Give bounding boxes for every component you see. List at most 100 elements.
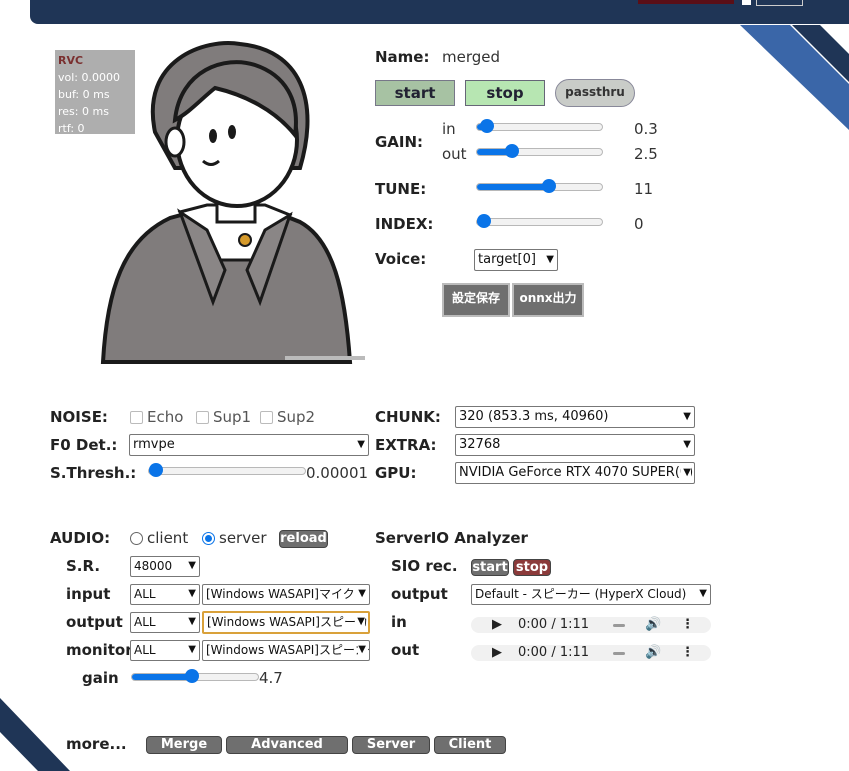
stats-vol: vol: 0.0000 bbox=[58, 71, 120, 84]
chevron-down-icon: ▼ bbox=[358, 585, 366, 603]
header-bar bbox=[30, 0, 849, 24]
chevron-down-icon: ▼ bbox=[681, 463, 691, 483]
sio-start-button[interactable]: start bbox=[471, 559, 509, 576]
monitor-device-select[interactable]: [Windows WASAPI]スピーカー ▼ bbox=[202, 640, 370, 661]
gpu-label: GPU: bbox=[375, 464, 417, 482]
sup2-label: Sup2 bbox=[277, 408, 316, 426]
more-label: more... bbox=[66, 735, 127, 753]
save-settings-button[interactable]: 設定保存 bbox=[442, 283, 510, 317]
monitor-gain-slider[interactable] bbox=[131, 669, 259, 683]
gain-label: GAIN: bbox=[375, 133, 424, 151]
chevron-down-icon: ▼ bbox=[546, 254, 554, 265]
analyzer-output-select[interactable]: Default - スピーカー (HyperX Cloud) ▼ bbox=[471, 584, 711, 605]
input-device-select[interactable]: [Windows WASAPI]マイク ▼ bbox=[202, 584, 370, 605]
tune-slider[interactable] bbox=[476, 179, 603, 193]
sio-rec-label: SIO rec. bbox=[391, 557, 458, 575]
merge-lab-button[interactable]: Merge Lab bbox=[146, 736, 222, 768]
client-radio[interactable] bbox=[130, 532, 143, 545]
output-label: output bbox=[66, 613, 123, 631]
extra-select-value: 32768 bbox=[459, 437, 501, 452]
audio-label: AUDIO: bbox=[50, 529, 111, 547]
in-time: 0:00 / 1:11 bbox=[518, 617, 590, 632]
monitor-type-value: ALL bbox=[134, 643, 156, 657]
gain-out-slider[interactable] bbox=[476, 144, 603, 158]
server-radio-label: server bbox=[219, 529, 267, 547]
advanced-setting-button[interactable]: Advanced Setting bbox=[226, 736, 348, 768]
stats-res: res: 0 ms bbox=[58, 105, 109, 118]
client-radio-label: client bbox=[147, 529, 189, 547]
more-options-icon[interactable]: ⋮ bbox=[681, 645, 694, 661]
sup1-label: Sup1 bbox=[213, 408, 252, 426]
input-label: input bbox=[66, 585, 111, 603]
sup2-checkbox[interactable] bbox=[260, 411, 273, 424]
analyzer-in-label: in bbox=[391, 613, 407, 631]
sio-stop-button[interactable]: stop bbox=[513, 559, 551, 576]
chevron-down-icon: ▼ bbox=[188, 560, 196, 571]
play-icon[interactable]: ▶ bbox=[492, 645, 502, 661]
monitor-gain-value: 4.7 bbox=[259, 669, 283, 687]
chunk-select-value: 320 (853.3 ms, 40960) bbox=[459, 409, 609, 424]
sample-rate-select[interactable]: 48000 ▼ bbox=[130, 556, 200, 577]
reload-button[interactable]: reload bbox=[279, 530, 328, 548]
extra-label: EXTRA: bbox=[375, 436, 437, 454]
gpu-select[interactable]: NVIDIA GeForce RTX 4070 SUPER(0) ▼ bbox=[455, 462, 695, 484]
index-slider[interactable] bbox=[476, 214, 603, 228]
chunk-label: CHUNK: bbox=[375, 408, 441, 426]
gain-out-value: 2.5 bbox=[634, 145, 658, 163]
gpu-select-value: NVIDIA GeForce RTX 4070 SUPER(0) bbox=[459, 465, 694, 480]
stats-panel: RVC vol: 0.0000 buf: 0 ms res: 0 ms rtf:… bbox=[55, 50, 135, 135]
start-button[interactable]: start bbox=[375, 80, 455, 106]
chevron-down-icon: ▼ bbox=[188, 644, 196, 655]
volume-icon[interactable]: 🔊 bbox=[645, 617, 661, 633]
gain-out-label: out bbox=[442, 145, 467, 163]
noise-label: NOISE: bbox=[50, 408, 108, 426]
stats-buf: buf: 0 ms bbox=[58, 88, 110, 101]
stats-title: RVC bbox=[58, 54, 84, 67]
input-type-select[interactable]: ALL ▼ bbox=[130, 584, 200, 605]
f0-label: F0 Det.: bbox=[50, 436, 118, 454]
input-type-value: ALL bbox=[134, 587, 156, 601]
tune-label: TUNE: bbox=[375, 180, 427, 198]
extra-select[interactable]: 32768 ▼ bbox=[455, 434, 695, 456]
chunk-select[interactable]: 320 (853.3 ms, 40960) ▼ bbox=[455, 406, 695, 428]
f0-select-value: rmvpe bbox=[133, 437, 175, 452]
volume-icon[interactable]: 🔊 bbox=[645, 645, 661, 661]
play-icon[interactable]: ▶ bbox=[492, 617, 502, 633]
analyzer-out-player[interactable]: ▶ 0:00 / 1:11 🔊 ⋮ bbox=[471, 645, 711, 661]
name-label: Name: bbox=[375, 48, 430, 66]
output-type-value: ALL bbox=[134, 615, 156, 629]
header-white-marker bbox=[742, 0, 751, 5]
monitor-type-select[interactable]: ALL ▼ bbox=[130, 640, 200, 661]
echo-checkbox[interactable] bbox=[130, 411, 143, 424]
character-portrait bbox=[100, 41, 365, 364]
model-name: merged bbox=[442, 48, 501, 66]
progress-bar[interactable] bbox=[613, 652, 625, 655]
analyzer-in-player[interactable]: ▶ 0:00 / 1:11 🔊 ⋮ bbox=[471, 617, 711, 633]
client-info-button[interactable]: Client Info bbox=[434, 736, 506, 768]
chevron-down-icon: ▼ bbox=[357, 439, 365, 450]
gain-in-slider[interactable] bbox=[476, 119, 603, 133]
monitor-label: monitor bbox=[66, 641, 130, 659]
header-red-button[interactable] bbox=[638, 0, 734, 4]
server-info-button[interactable]: Server Info bbox=[352, 736, 430, 768]
progress-bar[interactable] bbox=[613, 624, 625, 627]
server-radio[interactable] bbox=[202, 532, 215, 545]
chevron-down-icon: ▼ bbox=[683, 439, 691, 450]
passthru-button[interactable]: passthru bbox=[555, 79, 635, 107]
output-type-select[interactable]: ALL ▼ bbox=[130, 612, 200, 633]
chevron-down-icon: ▼ bbox=[699, 585, 707, 603]
more-options-icon[interactable]: ⋮ bbox=[681, 617, 694, 633]
output-device-select[interactable]: [Windows WASAPI]スピーカー ▼ bbox=[202, 611, 370, 634]
sthresh-slider[interactable] bbox=[148, 463, 306, 477]
sup1-checkbox[interactable] bbox=[196, 411, 209, 424]
voice-select[interactable]: target[0] ▼ bbox=[474, 249, 558, 271]
chevron-down-icon: ▼ bbox=[357, 613, 365, 631]
out-time: 0:00 / 1:11 bbox=[518, 645, 590, 660]
onnx-export-button[interactable]: onnx出力 bbox=[512, 283, 584, 317]
voice-label: Voice: bbox=[375, 250, 427, 268]
f0-detector-select[interactable]: rmvpe ▼ bbox=[129, 434, 369, 456]
echo-label: Echo bbox=[147, 408, 184, 426]
index-value: 0 bbox=[634, 215, 644, 233]
stop-button[interactable]: stop bbox=[465, 80, 545, 106]
header-outline-button[interactable] bbox=[756, 0, 803, 6]
